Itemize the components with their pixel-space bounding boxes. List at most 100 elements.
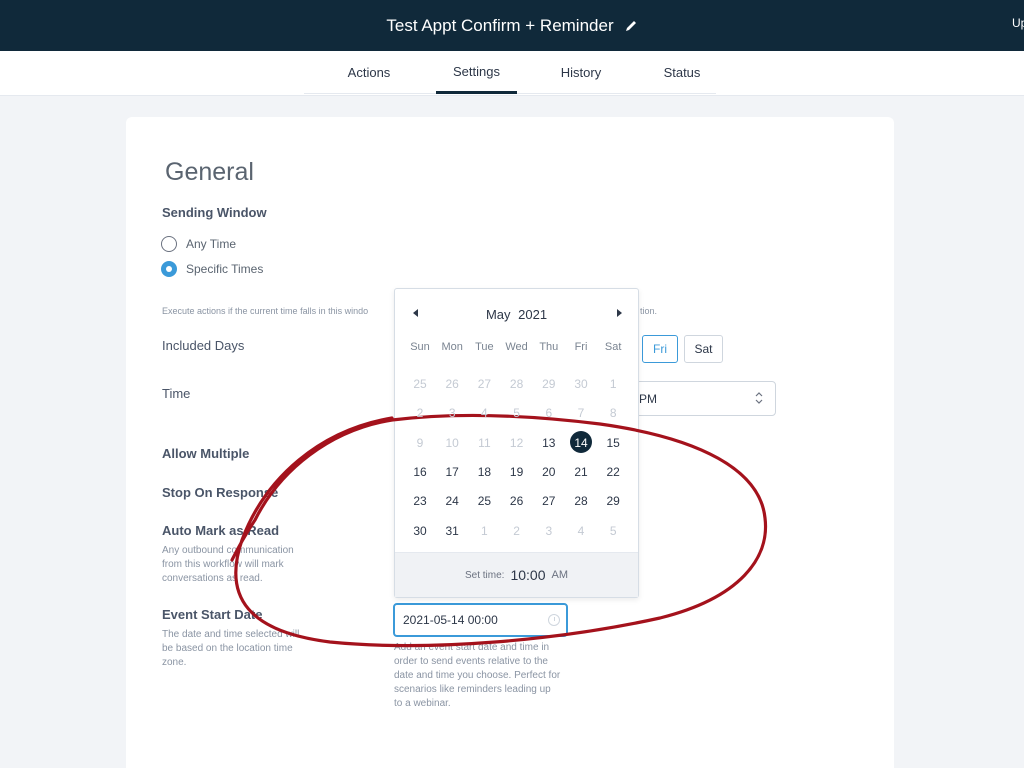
event-start-date-input[interactable]: 2021-05-14 00:00 [393,603,568,637]
calendar-day-number: 6 [545,406,553,421]
ampm-toggle[interactable]: AM [552,569,569,581]
weekday-sun: Sun [410,341,430,353]
calendar-day[interactable]: 8 [597,402,629,424]
calendar-day-number: 22 [606,464,620,479]
auto-mark-read-label: Auto Mark as Read [162,523,280,538]
calendar-day[interactable]: 13 [533,432,565,454]
calendar-day[interactable]: 5 [501,402,533,424]
auto-mark-read-helper-line-3: conversations as read. [162,573,263,584]
tab-history[interactable]: History [549,51,613,94]
tab-status[interactable]: Status [650,51,714,94]
calendar-day[interactable]: 27 [468,373,500,395]
calendar-day[interactable]: 25 [468,490,500,512]
calendar-day-number: 20 [542,464,556,479]
event-start-date-input-helper: Add an event start date and time in orde… [394,641,560,711]
minute-value[interactable]: 00 [530,567,546,583]
pencil-icon[interactable] [624,19,638,33]
calendar-day-number: 3 [545,523,553,538]
calendar-day[interactable]: 5 [597,520,629,542]
calendar-day[interactable]: 17 [436,461,468,483]
calendar-day-number: 11 [478,435,491,450]
calendar-day[interactable]: 30 [565,373,597,395]
calendar-day[interactable]: 22 [597,461,629,483]
calendar-day[interactable]: 16 [404,461,436,483]
calendar-day[interactable]: 12 [501,432,533,454]
calendar-day[interactable]: 21 [565,461,597,483]
calendar-day[interactable]: 15 [597,432,629,454]
next-month-icon[interactable] [614,308,624,318]
sending-window-helper: Execute actions if the current time fall… [162,306,369,316]
calendar-day-selected[interactable]: 14 [565,430,597,454]
included-days-label: Included Days [162,338,245,353]
calendar-day-number: 26 [445,377,459,391]
calendar-day-number: 5 [609,523,617,538]
calendar-day-number: 23 [413,494,427,509]
radio-any-time[interactable] [161,236,177,252]
calendar-day[interactable]: 3 [533,520,565,542]
radio-specific-times[interactable] [161,261,177,277]
calendar-day[interactable]: 28 [565,490,597,512]
calendar-day[interactable]: 9 [404,432,436,454]
calendar-day-number: 24 [445,494,459,509]
calendar-day-number: 31 [445,523,459,538]
calendar-day-number: 29 [606,494,620,509]
time-value: 10:00 [510,567,546,583]
calendar-day-number: 25 [413,377,427,391]
calendar-day[interactable]: 4 [565,520,597,542]
calendar-day[interactable]: 1 [597,373,629,395]
event-start-date-helper-line-1: The date and time selected will [162,629,300,640]
workflow-title[interactable]: Test Appt Confirm + Reminder [386,16,613,36]
event-start-date-helper-line-2: be based on the location time [162,643,293,654]
calendar-day[interactable]: 25 [404,373,436,395]
calendar-day[interactable]: 4 [468,402,500,424]
calendar-day[interactable]: 29 [597,490,629,512]
auto-mark-read-helper-line-2: from this workflow will mark [162,559,284,570]
calendar-day-number: 30 [574,377,588,391]
month-year-title: May 2021 [395,307,638,322]
tab-settings[interactable]: Settings [436,51,517,94]
calendar-day-number: 18 [477,464,492,479]
radio-specific-times-label[interactable]: Specific Times [186,262,263,276]
calendar-day[interactable]: 26 [436,373,468,395]
calendar-day[interactable]: 10 [436,432,468,454]
calendar-day[interactable]: 7 [565,402,597,424]
calendar-day[interactable]: 23 [404,490,436,512]
calendar-day-number: 4 [577,523,585,538]
day-fri-button[interactable]: Fri [642,335,678,363]
header-right-text[interactable]: Up [1012,16,1024,30]
calendar-day-number: 1 [609,377,617,391]
year-label[interactable]: 2021 [518,307,547,322]
calendar-day-number: 17 [445,464,459,479]
clock-icon[interactable] [548,614,560,626]
calendar-day[interactable]: 24 [436,490,468,512]
radio-any-time-label[interactable]: Any Time [186,237,236,251]
tab-bar: Actions Settings History Status [0,51,1024,96]
set-time-footer: Set time: 10:00 AM [395,552,638,597]
calendar-day[interactable]: 3 [436,402,468,424]
calendar-day-number: 28 [574,494,588,509]
calendar-day[interactable]: 2 [404,402,436,424]
calendar-day-number: 5 [513,406,520,421]
calendar-day[interactable]: 1 [468,520,500,542]
calendar-day[interactable]: 30 [404,520,436,542]
calendar-day-number: 10 [445,435,459,450]
tab-actions[interactable]: Actions [337,51,401,94]
calendar-day[interactable]: 28 [501,373,533,395]
calendar-day[interactable]: 6 [533,402,565,424]
calendar-day[interactable]: 19 [501,461,533,483]
calendar-day[interactable]: 29 [533,373,565,395]
month-label[interactable]: May [486,307,511,322]
calendar-day[interactable]: 31 [436,520,468,542]
calendar-day-number: 16 [413,464,427,479]
calendar-day[interactable]: 18 [468,461,500,483]
top-bar: Test Appt Confirm + Reminder Up [0,0,1024,51]
hour-value[interactable]: 10 [510,567,526,583]
calendar-day[interactable]: 26 [501,490,533,512]
calendar-day-number: 26 [509,494,524,509]
calendar-day[interactable]: 2 [501,520,533,542]
day-sat-button[interactable]: Sat [684,335,723,363]
calendar-day[interactable]: 27 [533,490,565,512]
calendar-day[interactable]: 11 [468,432,500,454]
calendar-day-number: 9 [416,435,424,450]
calendar-day[interactable]: 20 [533,461,565,483]
